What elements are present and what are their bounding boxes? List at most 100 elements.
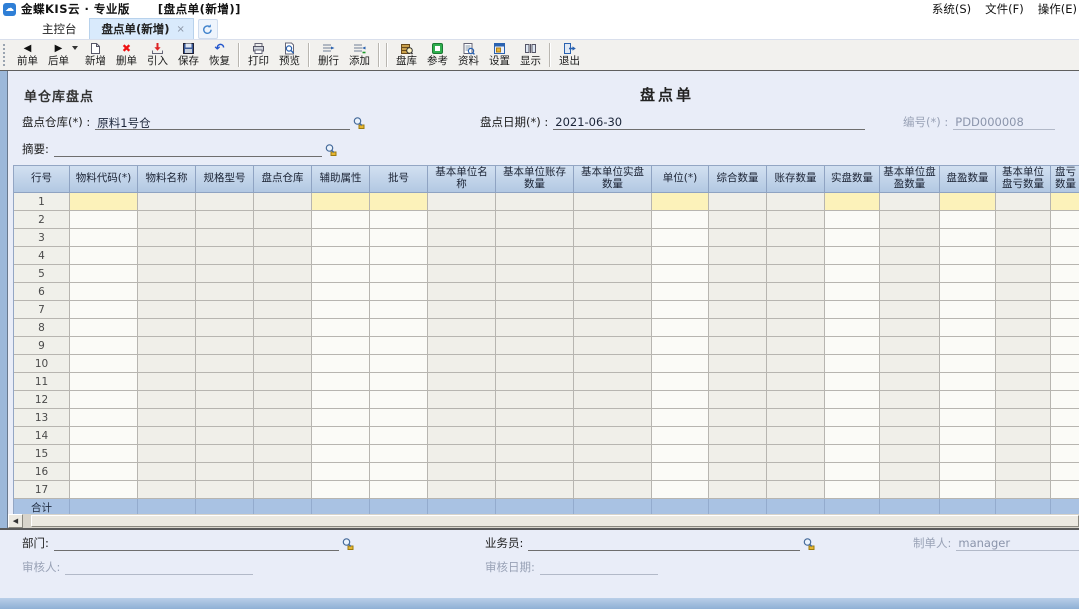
column-header-9[interactable]: 基本单位实盘数量	[574, 166, 652, 193]
cell-r6-c10[interactable]	[652, 283, 709, 301]
cell-r12-c13[interactable]	[825, 391, 880, 409]
cell-r5-c12[interactable]	[767, 265, 825, 283]
next-doc-button[interactable]: ▶后单	[43, 42, 74, 68]
cell-r16-c2[interactable]	[138, 463, 196, 481]
cell-r4-c17[interactable]	[1051, 247, 1079, 265]
cell-r9-c9[interactable]	[574, 337, 652, 355]
cell-r12-c6[interactable]	[370, 391, 428, 409]
cell-r1-c7[interactable]	[428, 193, 496, 211]
cell-r3-c14[interactable]	[880, 229, 940, 247]
cell-r15-c3[interactable]	[196, 445, 254, 463]
cell-r10-c12[interactable]	[767, 355, 825, 373]
cell-r12-c12[interactable]	[767, 391, 825, 409]
column-header-11[interactable]: 综合数量	[709, 166, 767, 193]
cell-r10-c15[interactable]	[940, 355, 996, 373]
column-header-15[interactable]: 盘盈数量	[940, 166, 996, 193]
menu-item-0[interactable]: 系统(S)	[932, 1, 971, 17]
cell-r2-c10[interactable]	[652, 211, 709, 229]
cell-r15-c1[interactable]	[70, 445, 138, 463]
cell-r3-c13[interactable]	[825, 229, 880, 247]
cell-r17-c3[interactable]	[196, 481, 254, 499]
cell-r1-c1[interactable]	[70, 193, 138, 211]
cell-r9-c15[interactable]	[940, 337, 996, 355]
cell-r2-c2[interactable]	[138, 211, 196, 229]
cell-r11-c9[interactable]	[574, 373, 652, 391]
cell-r11-c13[interactable]	[825, 373, 880, 391]
cell-r10-c6[interactable]	[370, 355, 428, 373]
cell-r1-c13[interactable]	[825, 193, 880, 211]
cell-r14-c4[interactable]	[254, 427, 312, 445]
department-lookup-icon[interactable]	[341, 537, 354, 553]
cell-r8-c14[interactable]	[880, 319, 940, 337]
cell-r17-c7[interactable]	[428, 481, 496, 499]
cell-r8-c17[interactable]	[1051, 319, 1079, 337]
cell-r6-c5[interactable]	[312, 283, 370, 301]
cell-r16-c3[interactable]	[196, 463, 254, 481]
cell-r13-c7[interactable]	[428, 409, 496, 427]
cell-r14-c3[interactable]	[196, 427, 254, 445]
stocktake-button[interactable]: 盘库	[391, 42, 422, 68]
cell-r12-c9[interactable]	[574, 391, 652, 409]
exit-button[interactable]: 退出	[554, 42, 585, 68]
cell-r1-c2[interactable]	[138, 193, 196, 211]
cell-r8-c4[interactable]	[254, 319, 312, 337]
cell-r16-c14[interactable]	[880, 463, 940, 481]
row-header-15[interactable]: 15	[14, 445, 70, 463]
cell-r8-c6[interactable]	[370, 319, 428, 337]
cell-r8-c3[interactable]	[196, 319, 254, 337]
cell-r14-c16[interactable]	[996, 427, 1051, 445]
cell-r1-c10[interactable]	[652, 193, 709, 211]
cell-r16-c4[interactable]	[254, 463, 312, 481]
warehouse-lookup-icon[interactable]	[352, 116, 365, 132]
column-header-16[interactable]: 基本单位盘亏数量	[996, 166, 1051, 193]
cell-r11-c2[interactable]	[138, 373, 196, 391]
cell-r4-c3[interactable]	[196, 247, 254, 265]
cell-r6-c2[interactable]	[138, 283, 196, 301]
cell-r4-c1[interactable]	[70, 247, 138, 265]
row-header-4[interactable]: 4	[14, 247, 70, 265]
cell-r15-c12[interactable]	[767, 445, 825, 463]
cell-r15-c11[interactable]	[709, 445, 767, 463]
cell-r9-c6[interactable]	[370, 337, 428, 355]
cell-r4-c4[interactable]	[254, 247, 312, 265]
column-header-12[interactable]: 账存数量	[767, 166, 825, 193]
cell-r17-c1[interactable]	[70, 481, 138, 499]
cell-r4-c15[interactable]	[940, 247, 996, 265]
cell-r9-c3[interactable]	[196, 337, 254, 355]
cell-r2-c5[interactable]	[312, 211, 370, 229]
cell-r6-c12[interactable]	[767, 283, 825, 301]
cell-r7-c13[interactable]	[825, 301, 880, 319]
cell-r3-c3[interactable]	[196, 229, 254, 247]
cell-r11-c14[interactable]	[880, 373, 940, 391]
cell-r7-c17[interactable]	[1051, 301, 1079, 319]
cell-r6-c4[interactable]	[254, 283, 312, 301]
cell-r12-c17[interactable]	[1051, 391, 1079, 409]
cell-r12-c2[interactable]	[138, 391, 196, 409]
cell-r14-c14[interactable]	[880, 427, 940, 445]
cell-r4-c6[interactable]	[370, 247, 428, 265]
cell-r4-c7[interactable]	[428, 247, 496, 265]
cell-r7-c2[interactable]	[138, 301, 196, 319]
cell-r6-c3[interactable]	[196, 283, 254, 301]
cell-r14-c8[interactable]	[496, 427, 574, 445]
cell-r11-c11[interactable]	[709, 373, 767, 391]
cell-r15-c4[interactable]	[254, 445, 312, 463]
cell-r15-c5[interactable]	[312, 445, 370, 463]
cell-r2-c3[interactable]	[196, 211, 254, 229]
cell-r10-c1[interactable]	[70, 355, 138, 373]
cell-r12-c5[interactable]	[312, 391, 370, 409]
cell-r2-c15[interactable]	[940, 211, 996, 229]
cell-r12-c7[interactable]	[428, 391, 496, 409]
menu-item-2[interactable]: 操作(E)	[1038, 1, 1077, 17]
cell-r10-c17[interactable]	[1051, 355, 1079, 373]
cell-r3-c8[interactable]	[496, 229, 574, 247]
cell-r13-c3[interactable]	[196, 409, 254, 427]
cell-r17-c2[interactable]	[138, 481, 196, 499]
cell-r5-c9[interactable]	[574, 265, 652, 283]
cell-r6-c6[interactable]	[370, 283, 428, 301]
cell-r16-c6[interactable]	[370, 463, 428, 481]
cell-r9-c14[interactable]	[880, 337, 940, 355]
cell-r10-c2[interactable]	[138, 355, 196, 373]
cell-r3-c10[interactable]	[652, 229, 709, 247]
cell-r6-c11[interactable]	[709, 283, 767, 301]
